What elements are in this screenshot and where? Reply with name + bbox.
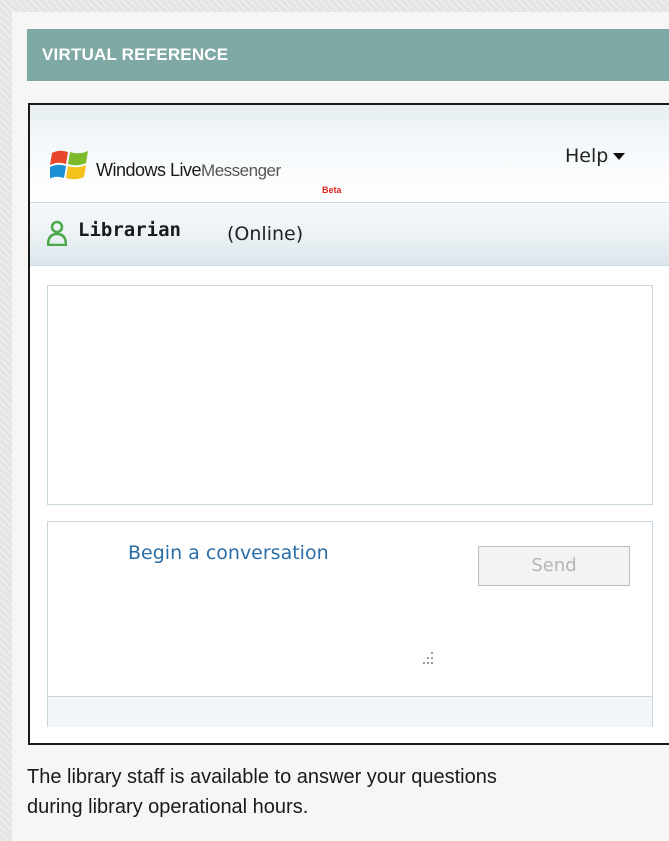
messenger-widget: Windows LiveMessenger Beta Help Libraria… bbox=[28, 103, 669, 745]
availability-note: The library staff is available to answer… bbox=[27, 762, 662, 822]
help-menu[interactable]: Help bbox=[565, 145, 626, 167]
logo-text-light: Messenger bbox=[201, 161, 281, 180]
messenger-header: Windows LiveMessenger Beta Help bbox=[30, 105, 669, 203]
help-label: Help bbox=[565, 145, 609, 167]
note-line-1: The library staff is available to answer… bbox=[27, 766, 497, 788]
resize-grip-icon[interactable] bbox=[415, 650, 437, 670]
contact-status: (Online) bbox=[227, 223, 304, 245]
windows-flag-icon bbox=[50, 150, 88, 180]
note-line-2: during library operational hours. bbox=[27, 796, 309, 818]
section-header: VIRTUAL REFERENCE bbox=[27, 29, 669, 81]
compose-footer bbox=[48, 696, 652, 727]
beta-label: Beta bbox=[322, 185, 342, 195]
help-caret-icon bbox=[613, 153, 626, 160]
conversation-history bbox=[47, 285, 653, 505]
logo-text-bold: Windows Live bbox=[96, 160, 202, 180]
send-button[interactable]: Send bbox=[478, 546, 630, 586]
message-input[interactable]: Begin a conversation bbox=[128, 542, 329, 564]
messenger-logo-text: Windows LiveMessenger bbox=[96, 160, 281, 181]
contact-status-bar: Librarian (Online) bbox=[30, 203, 669, 266]
online-person-icon bbox=[47, 220, 67, 246]
compose-area: Begin a conversation Send bbox=[47, 521, 653, 727]
contact-name: Librarian bbox=[78, 219, 181, 241]
section-title: VIRTUAL REFERENCE bbox=[42, 45, 229, 64]
